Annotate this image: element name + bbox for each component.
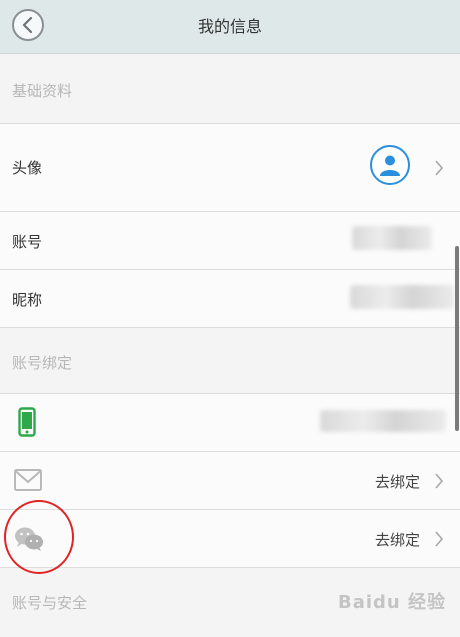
mail-icon: [14, 469, 42, 491]
nickname-row[interactable]: 昵称: [0, 270, 460, 328]
watermark: Baidu 经验: [337, 592, 446, 613]
page-title: 我的信息: [197, 17, 262, 36]
section-label-security: 账号与安全: [12, 594, 88, 612]
account-value-masked: [352, 226, 432, 250]
phone-icon: [18, 407, 36, 437]
phone-row[interactable]: [0, 394, 460, 452]
phone-value-masked: [320, 410, 446, 432]
section-label-basic: 基础资料: [12, 82, 73, 100]
avatar[interactable]: [370, 145, 410, 185]
avatar-label: 头像: [12, 159, 43, 177]
chevron-right-icon: [435, 531, 444, 547]
scrollbar[interactable]: [455, 246, 459, 431]
user-avatar-icon: [380, 155, 400, 176]
annotation-circle: [4, 500, 74, 574]
chevron-right-icon: [435, 160, 444, 176]
top-bar: 我的信息: [0, 0, 460, 54]
account-label: 账号: [12, 233, 43, 251]
account-row[interactable]: 账号: [0, 212, 460, 270]
email-bind-action[interactable]: 去绑定: [375, 471, 420, 492]
section-basic-info: 基础资料: [0, 54, 460, 124]
nickname-value-masked: [350, 285, 454, 309]
email-row[interactable]: 去绑定: [0, 452, 460, 510]
section-label-binding: 账号绑定: [12, 354, 73, 372]
wechat-bind-action[interactable]: 去绑定: [375, 529, 420, 550]
nickname-label: 昵称: [12, 291, 43, 309]
section-account-binding: 账号绑定: [0, 328, 460, 394]
chevron-right-icon: [435, 473, 444, 489]
